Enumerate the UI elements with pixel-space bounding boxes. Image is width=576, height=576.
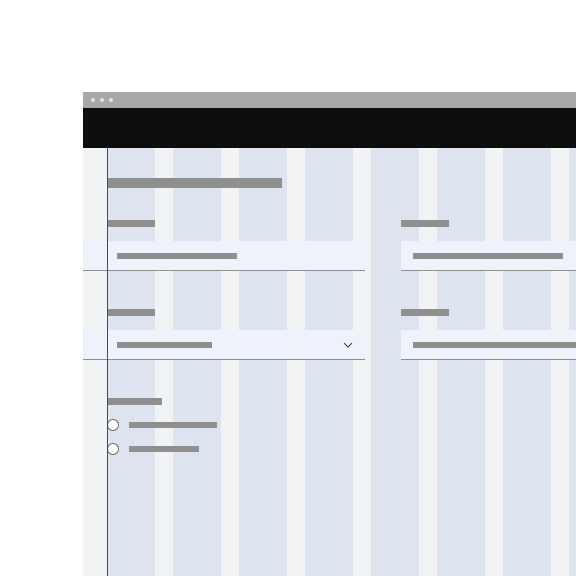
- select-field: Label Select option: [107, 309, 365, 360]
- field-label: [107, 309, 155, 316]
- field-label: [107, 220, 155, 227]
- radio-icon: [107, 419, 119, 431]
- field-label: [401, 220, 449, 227]
- radio-icon: [107, 443, 119, 455]
- radio-group: Label Option one Option two: [107, 398, 576, 455]
- text-input[interactable]: Text input value extended: [401, 330, 576, 360]
- browser-window: Section heading placeholder Label Text i…: [83, 92, 576, 576]
- form-row: Label Text input value Label Text input …: [107, 220, 576, 271]
- input-value-placeholder: [117, 342, 212, 348]
- margin-guideline: [107, 148, 108, 576]
- text-input[interactable]: Text input value longer: [401, 241, 576, 271]
- window-control-minimize[interactable]: [100, 98, 104, 102]
- select-input[interactable]: Select option: [83, 330, 365, 360]
- radio-option[interactable]: Option two: [107, 443, 576, 455]
- text-input[interactable]: Text input value: [83, 241, 365, 271]
- form-wireframe: Section heading placeholder Label Text i…: [83, 148, 576, 467]
- window-title-bar: [83, 92, 576, 108]
- radio-option[interactable]: Option one: [107, 419, 576, 431]
- field-label: [401, 309, 449, 316]
- chevron-down-icon: [343, 342, 353, 348]
- text-field: Label Text input value longer: [401, 220, 576, 271]
- window-control-maximize[interactable]: [109, 98, 113, 102]
- input-value-placeholder: [413, 253, 563, 259]
- input-value-placeholder: [117, 253, 237, 259]
- text-field: Label Text input value extended: [401, 309, 576, 360]
- radio-option-label: [129, 446, 199, 452]
- field-label: [107, 398, 162, 405]
- text-field: Label Text input value: [107, 220, 365, 271]
- input-value-placeholder: [413, 342, 576, 348]
- app-header: [83, 108, 576, 148]
- form-row: Label Select option Label Text input: [107, 309, 576, 360]
- section-title: [107, 178, 282, 188]
- window-control-close[interactable]: [91, 98, 95, 102]
- radio-option-label: [129, 422, 217, 428]
- content-area: Section heading placeholder Label Text i…: [83, 148, 576, 576]
